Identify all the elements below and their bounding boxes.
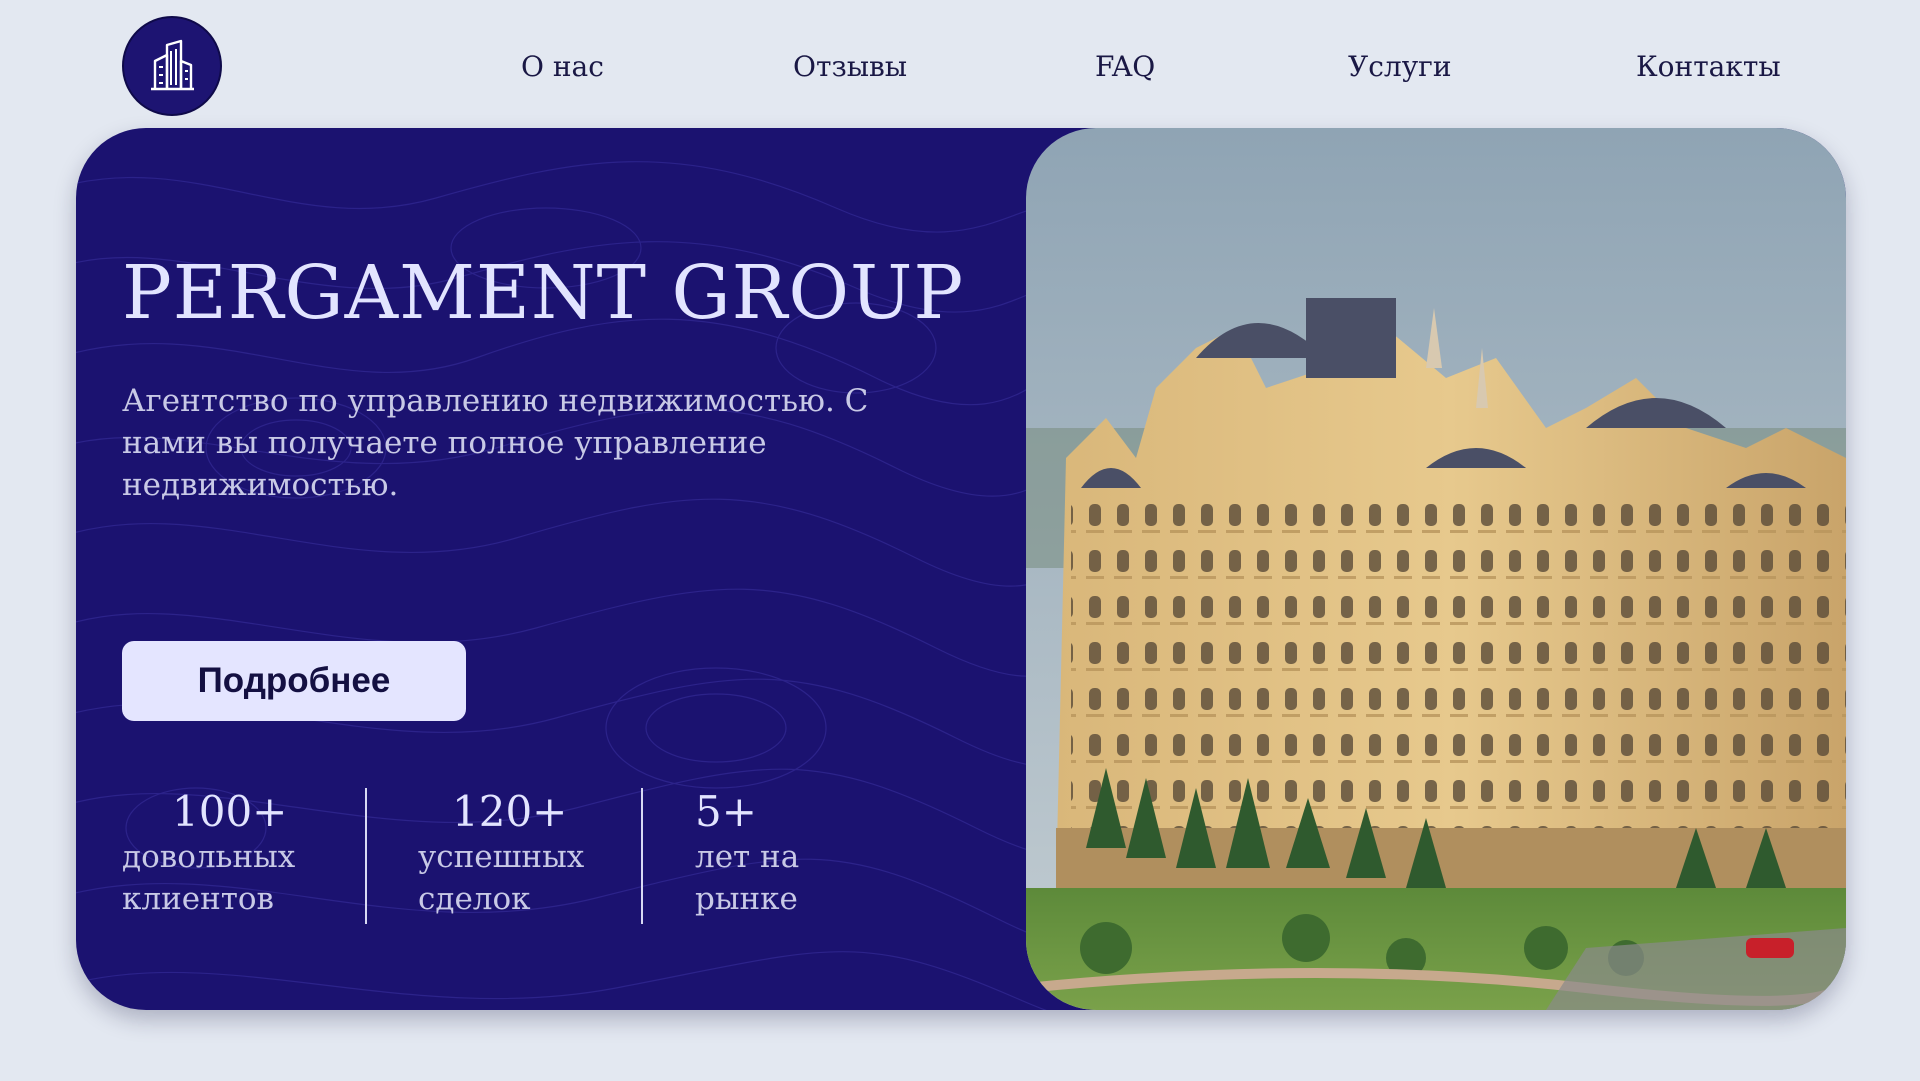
stat-years: 5+ лет на рынке <box>695 788 835 920</box>
details-button[interactable]: Подробнее <box>122 641 466 721</box>
hero-title: PERGAMENT GROUP <box>122 250 965 336</box>
stat-divider <box>641 788 643 924</box>
stat-value: 5+ <box>695 787 757 836</box>
stat-value: 100+ <box>172 787 288 836</box>
header: О нас Отзывы FAQ Услуги Контакты <box>0 0 1920 128</box>
stat-label: успешных сделок <box>418 839 585 917</box>
stat-divider <box>365 788 367 924</box>
hero-section: PERGAMENT GROUP Агентство по управлению … <box>76 128 1846 1010</box>
nav-faq[interactable]: FAQ <box>1095 48 1155 86</box>
logo[interactable] <box>122 16 222 116</box>
stat-label: лет на рынке <box>695 839 800 917</box>
hero-description: Агентство по управлению недвижимостью. С… <box>122 383 869 503</box>
building-photo <box>1026 128 1846 1010</box>
nav-services[interactable]: Услуги <box>1348 48 1452 86</box>
stat-clients: 100+ довольных клиентов <box>122 788 322 920</box>
nav-contacts[interactable]: Контакты <box>1636 48 1781 86</box>
stat-label: довольных клиентов <box>122 839 296 917</box>
stat-deals: 120+ успешных сделок <box>418 788 618 920</box>
nav-about[interactable]: О нас <box>521 48 604 86</box>
building-icon <box>151 39 194 91</box>
nav-reviews[interactable]: Отзывы <box>793 48 907 86</box>
stat-value: 120+ <box>452 787 568 836</box>
